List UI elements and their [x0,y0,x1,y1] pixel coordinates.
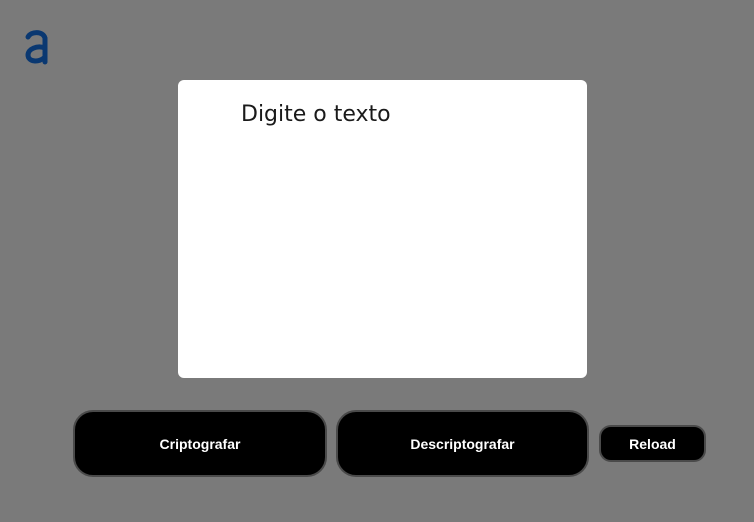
alura-logo-icon [25,30,48,65]
reload-button[interactable]: Reload [599,425,706,462]
message-textarea[interactable] [178,80,587,378]
encrypt-button[interactable]: Criptografar [73,410,327,477]
decrypt-button[interactable]: Descriptografar [336,410,589,477]
